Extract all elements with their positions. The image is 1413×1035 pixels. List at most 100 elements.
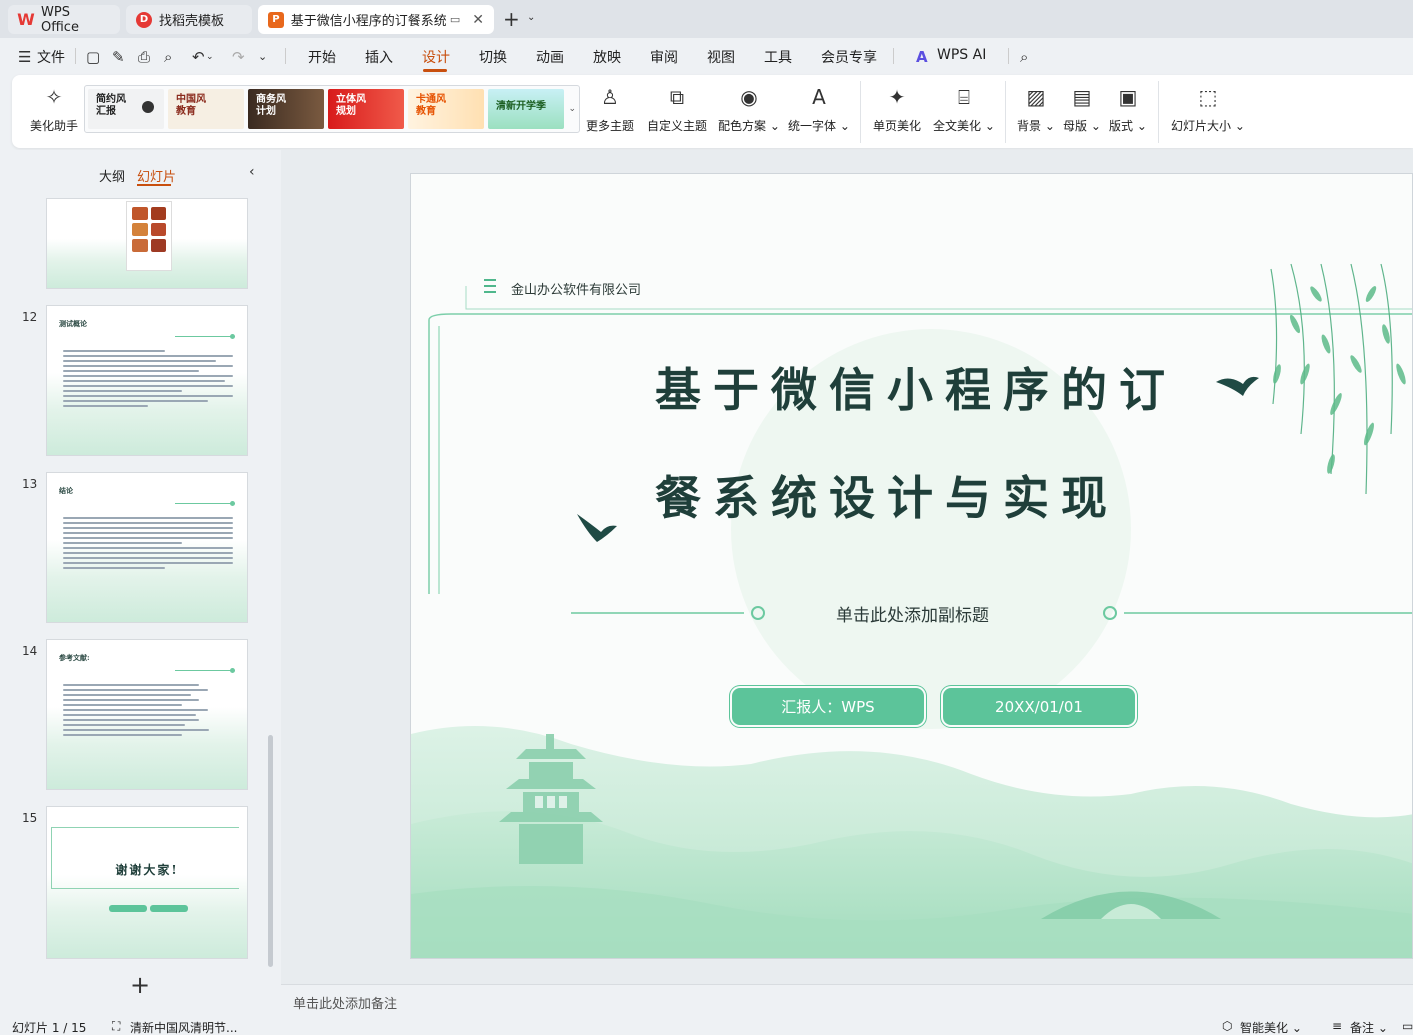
tab-document[interactable]: P 基于微信小程序的订餐系统设 ▭ ✕ <box>258 5 494 34</box>
close-icon[interactable]: ✕ <box>472 12 484 28</box>
slide-thumbnail[interactable]: 测试概论 <box>46 305 248 456</box>
custom-theme-icon: ⧉ <box>669 85 685 109</box>
theme-label: 简约风 <box>96 94 126 105</box>
tab-slides[interactable]: 幻灯片 <box>137 166 176 185</box>
slide-title-line1[interactable]: 基于微信小程序的订 <box>655 364 1375 416</box>
subtitle-placeholder[interactable]: 单击此处添加副标题 <box>411 601 1412 626</box>
menu-insert[interactable]: 插入 <box>365 47 393 67</box>
panel-scrollbar[interactable] <box>268 735 273 967</box>
slide[interactable]: 金山办公软件有限公司 基于微信小程序的订 餐系统设计与实现 单击此处添加副标题 … <box>410 173 1413 959</box>
master-button[interactable]: ▤ 母版 ⌄ <box>1063 85 1101 134</box>
print-icon[interactable]: ⎙ <box>138 48 150 66</box>
button-label: 统一字体 ⌄ <box>788 119 850 133</box>
menu-review[interactable]: 审阅 <box>650 47 678 67</box>
layout-icon: ▣ <box>1118 85 1138 109</box>
smart-beautify-button[interactable]: 智能美化 ⌄ <box>1240 1019 1302 1035</box>
chevron-down-icon[interactable]: ⌄ <box>206 52 214 62</box>
layout-button[interactable]: ▣ 版式 ⌄ <box>1109 85 1147 134</box>
slide-thumbnail[interactable]: 结论 <box>46 472 248 623</box>
notes-toggle-button[interactable]: 备注 ⌄ <box>1350 1019 1388 1035</box>
menu-design[interactable]: 设计 <box>422 47 450 67</box>
more-themes-button[interactable]: ♙ 更多主题 <box>586 85 634 134</box>
chevron-down-icon[interactable]: ⌄ <box>527 12 535 23</box>
theme-3d-planning[interactable]: 立体风 规划 <box>328 89 404 129</box>
menu-transition[interactable]: 切换 <box>479 47 507 67</box>
slide-thumbnail[interactable]: 参考文献: <box>46 639 248 790</box>
menu-member[interactable]: 会员专享 <box>821 47 877 67</box>
custom-theme-button[interactable]: ⧉ 自定义主题 <box>647 85 707 134</box>
theme-fresh-school[interactable]: 清新开学季 <box>488 89 564 129</box>
button-label: 更多主题 <box>586 119 635 133</box>
tab-outline[interactable]: 大纲 <box>99 166 125 185</box>
menu-slideshow[interactable]: 放映 <box>593 47 621 67</box>
presentation-file-icon: P <box>268 11 284 28</box>
full-beautify-icon: ⌸ <box>957 85 970 109</box>
slide-canvas: 金山办公软件有限公司 基于微信小程序的订 餐系统设计与实现 单击此处添加副标题 … <box>281 150 1413 984</box>
button-label: 自定义主题 <box>647 119 708 133</box>
menu-tools[interactable]: 工具 <box>764 47 792 67</box>
magic-wand-icon: ✧ <box>45 85 63 109</box>
company-name: 金山办公软件有限公司 <box>511 283 642 298</box>
theme-name[interactable]: 清新中国风清明节... <box>130 1019 237 1035</box>
theme-simple-report[interactable]: 简约风 汇报 <box>88 89 164 129</box>
dot-icon <box>142 101 154 113</box>
chevron-down-icon[interactable]: ⌄ <box>258 50 267 63</box>
menu-animation[interactable]: 动画 <box>536 47 564 67</box>
pill-decoration <box>109 905 147 912</box>
thumbnail-title: 结论 <box>59 486 73 495</box>
slide-counter: 幻灯片 1 / 15 <box>12 1021 87 1035</box>
button-label: 幻灯片大小 ⌄ <box>1171 119 1245 133</box>
tab-template[interactable]: D 找稻壳模板 <box>126 5 252 34</box>
menu-wps-ai[interactable]: WPS AI <box>937 47 986 63</box>
theme-label: 卡通风 <box>416 94 446 105</box>
slide-size-button[interactable]: ⬚ 幻灯片大小 ⌄ <box>1171 85 1245 134</box>
chevron-down-icon[interactable]: ⌄ <box>568 104 576 114</box>
tab-label: 基于微信小程序的订餐系统设 <box>290 14 446 29</box>
font-icon: A <box>812 85 826 109</box>
redo-icon[interactable]: ↷ <box>232 48 245 66</box>
full-beautify-button[interactable]: ⌸ 全文美化 ⌄ <box>933 85 995 134</box>
collapse-panel-icon[interactable]: ‹ <box>249 164 255 180</box>
single-page-beautify-button[interactable]: ✦ 单页美化 <box>873 85 921 134</box>
divider <box>175 501 235 506</box>
button-label: 版式 ⌄ <box>1109 119 1147 133</box>
save-icon[interactable]: ▢ <box>86 48 100 66</box>
slide-thumbnail[interactable]: 谢谢大家! <box>46 806 248 959</box>
theme-label: 计划 <box>256 106 276 117</box>
search-icon[interactable]: ⌕ <box>1020 48 1028 66</box>
menu-view[interactable]: 视图 <box>707 47 735 67</box>
notes-pane[interactable]: 单击此处添加备注 <box>281 984 1413 1018</box>
menu-file[interactable]: 文件 <box>37 47 65 67</box>
divider <box>75 48 76 64</box>
thumbnail-text <box>63 350 233 410</box>
notes-placeholder: 单击此处添加备注 <box>293 997 398 1012</box>
unify-font-button[interactable]: A 统一字体 ⌄ <box>788 85 850 134</box>
color-scheme-button[interactable]: ◉ 配色方案 ⌄ <box>718 85 780 134</box>
tab-label: 找稻壳模板 <box>159 14 225 29</box>
divider <box>285 48 286 64</box>
hamburger-menu-icon[interactable]: ☰ <box>18 48 31 66</box>
theme-chinese-education[interactable]: 中国风 教育 <box>168 89 244 129</box>
view-icon[interactable]: ▭ <box>1402 1019 1413 1033</box>
new-tab-icon[interactable]: + <box>503 9 520 29</box>
date-badge[interactable]: 20XX/01/01 <box>943 688 1135 725</box>
theme-business-plan[interactable]: 商务风 计划 <box>248 89 324 129</box>
menu-bar: ☰ 文件 ▢ ✎ ⎙ ⌕ ↶ ⌄ ↷ ⌄ 开始 插入 设计 切换 动画 放映 审… <box>0 38 1413 74</box>
theme-cartoon-education[interactable]: 卡通风 教育 <box>408 89 484 129</box>
button-label: 美化助手 <box>30 119 79 133</box>
background-button[interactable]: ▨ 背景 ⌄ <box>1017 85 1055 134</box>
menu-home[interactable]: 开始 <box>308 47 336 67</box>
button-label: 全文美化 ⌄ <box>933 119 995 133</box>
print-preview-icon[interactable]: ⌕ <box>164 48 172 66</box>
reporter-badge[interactable]: 汇报人：WPS <box>732 688 924 725</box>
beautify-assistant-button[interactable]: ✧ 美化助手 <box>30 85 78 134</box>
add-slide-icon[interactable]: + <box>130 973 150 997</box>
thumbnail-title: 谢谢大家! <box>115 863 179 877</box>
pen-icon[interactable]: ✎ <box>112 48 125 66</box>
slide-thumbnail[interactable] <box>46 198 248 289</box>
monitor-icon[interactable]: ▭ <box>450 13 460 26</box>
undo-icon[interactable]: ↶ <box>192 48 205 66</box>
palette-icon: ◉ <box>740 85 758 109</box>
slide-title-line2[interactable]: 餐系统设计与实现 <box>655 472 1375 524</box>
tab-wps-office[interactable]: W WPS Office <box>8 5 120 35</box>
